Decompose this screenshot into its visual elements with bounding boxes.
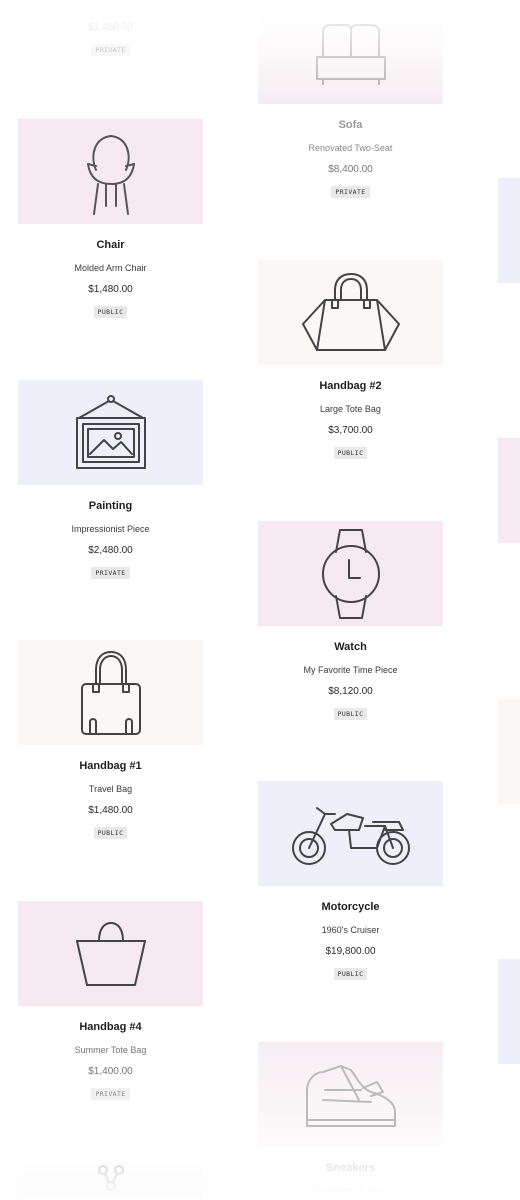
product-subtitle: Travel Bag [88, 784, 133, 794]
product-card-watch[interactable]: Watch My Favorite Time Piece $8,120.00 P… [258, 521, 443, 721]
product-name: Handbag #1 [79, 760, 142, 772]
product-image[interactable] [258, 1042, 443, 1147]
product-name: Motorcycle [321, 901, 380, 913]
product-image[interactable] [18, 380, 203, 485]
product-price: $19,800.00 [325, 946, 376, 957]
product-subtitle: Large Tote Bag [320, 404, 381, 414]
product-name: Sofa [338, 119, 363, 131]
painting-icon [75, 394, 146, 469]
sofa-icon [315, 24, 386, 85]
handbag-icon [301, 272, 400, 351]
visibility-badge: PUBLIC [333, 968, 368, 980]
visibility-badge: PUBLIC [93, 306, 128, 318]
product-subtitle: Molded Arm Chair [74, 263, 147, 273]
motorcycle-icon [291, 806, 410, 865]
product-card[interactable]: $1,480.00 PRIVATE [18, 22, 203, 57]
product-card-painting[interactable]: Painting Impressionist Piece $2,480.00 P… [18, 380, 203, 580]
network-icon [97, 1165, 124, 1191]
travel-bag-icon [80, 650, 141, 735]
product-name: Handbag #2 [319, 380, 382, 392]
product-card-handbag-2[interactable]: Handbag #2 Large Tote Bag $3,700.00 PUBL… [258, 260, 443, 460]
product-card-handbag-4[interactable]: Handbag #4 Summer Tote Bag $1,400.00 PRI… [18, 901, 203, 1101]
product-subtitle: My Favorite Time Piece [303, 665, 398, 675]
chair-icon [86, 134, 135, 215]
product-card-partial[interactable] [498, 959, 520, 1064]
product-price: $3,700.00 [328, 425, 373, 436]
product-card-partial[interactable] [498, 178, 520, 283]
product-name: Painting [88, 500, 133, 512]
product-card-partial[interactable] [498, 699, 520, 804]
product-image[interactable] [18, 119, 203, 224]
product-image[interactable] [18, 640, 203, 745]
product-subtitle: Summer Tote Bag [74, 1045, 147, 1055]
watch-icon [321, 528, 380, 619]
product-image[interactable] [258, 260, 443, 365]
product-card-sofa[interactable]: Sofa Renovated Two-Seat $8,400.00 PRIVAT… [258, 0, 443, 199]
tote-bag-icon [75, 921, 146, 986]
product-price: $8,400.00 [328, 164, 373, 175]
product-name: Watch [334, 641, 367, 653]
product-image[interactable] [258, 521, 443, 626]
product-card-motorcycle[interactable]: Motorcycle 1960's Cruiser $19,800.00 PUB… [258, 781, 443, 981]
product-card-chair[interactable]: Chair Molded Arm Chair $1,480.00 PUBLIC [18, 119, 203, 319]
product-subtitle: Impressionist Piece [71, 524, 150, 534]
visibility-badge: PRIVATE [331, 186, 370, 198]
product-subtitle: Collector's Edition [314, 1186, 387, 1196]
product-image[interactable] [18, 901, 203, 1006]
product-name: Handbag #4 [79, 1021, 142, 1033]
sneaker-icon [305, 1064, 396, 1127]
product-image[interactable] [258, 0, 443, 104]
visibility-badge: PUBLIC [93, 827, 128, 839]
product-card[interactable] [18, 1162, 203, 1200]
product-name: Sneakers [326, 1162, 375, 1174]
product-name: Chair [96, 239, 125, 251]
product-card-handbag-1[interactable]: Handbag #1 Travel Bag $1,480.00 PUBLIC [18, 640, 203, 840]
visibility-badge: PRIVATE [91, 1088, 130, 1100]
visibility-badge: PUBLIC [333, 708, 368, 720]
product-image[interactable] [258, 781, 443, 886]
product-card-partial[interactable] [498, 438, 520, 543]
product-price: $8,120.00 [328, 686, 373, 697]
product-price: $1,480.00 [88, 22, 133, 33]
visibility-badge: PUBLIC [333, 447, 368, 459]
product-card-sneakers[interactable]: Sneakers Collector's Edition [258, 1042, 443, 1197]
visibility-badge: PRIVATE [91, 44, 130, 56]
product-image[interactable] [18, 1162, 203, 1200]
product-price: $1,480.00 [88, 284, 133, 295]
product-price: $1,400.00 [88, 1066, 133, 1077]
product-price: $2,480.00 [88, 545, 133, 556]
product-subtitle: 1960's Cruiser [321, 925, 380, 935]
product-subtitle: Renovated Two-Seat [308, 143, 393, 153]
visibility-badge: PRIVATE [91, 567, 130, 579]
product-price: $1,480.00 [88, 805, 133, 816]
